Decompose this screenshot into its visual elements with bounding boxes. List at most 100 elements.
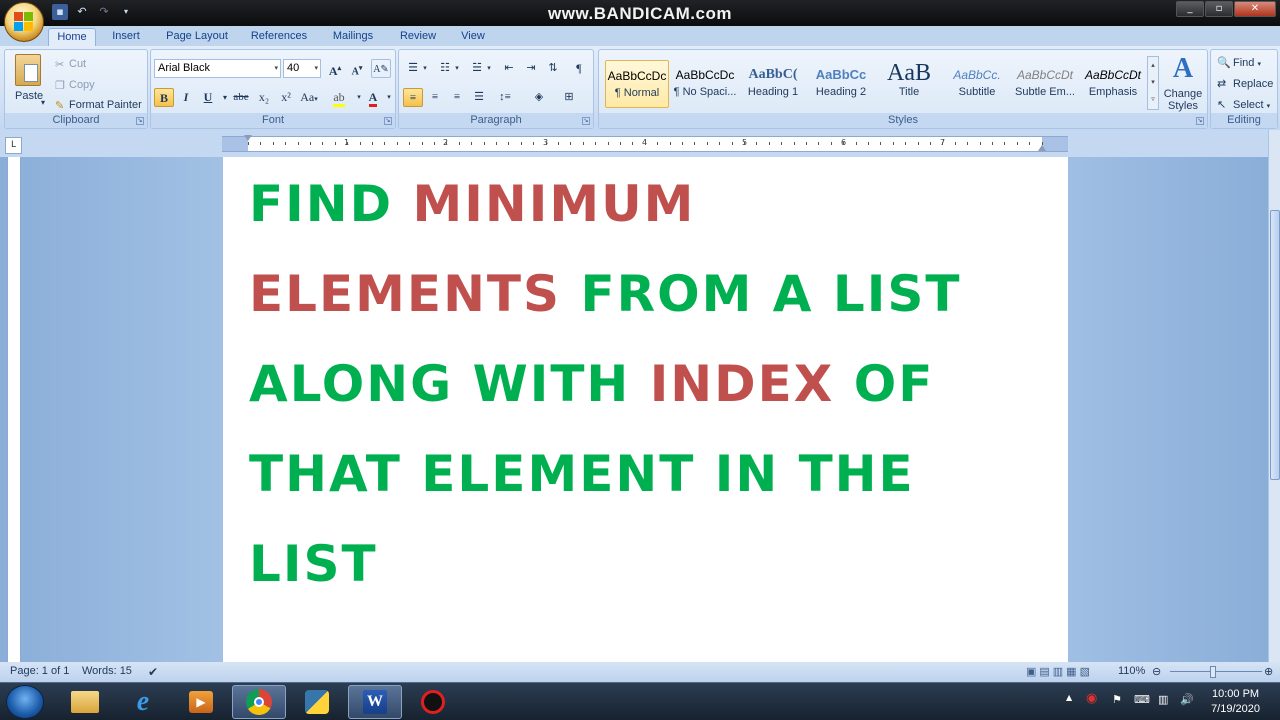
right-indent-marker-icon[interactable] bbox=[1038, 145, 1046, 151]
view-buttons[interactable]: ▣▤▥▦▧ bbox=[1026, 665, 1093, 678]
zoom-slider-thumb[interactable] bbox=[1210, 666, 1216, 678]
borders-icon[interactable]: ⊞ bbox=[559, 88, 579, 107]
format-painter-button[interactable]: Format Painter bbox=[69, 99, 142, 111]
change-styles-icon[interactable]: A bbox=[1165, 54, 1201, 84]
tray-expand-icon[interactable]: ▲ bbox=[1066, 693, 1072, 702]
bandicam-taskbar-icon[interactable] bbox=[406, 685, 460, 719]
clock[interactable]: 10:00 PM 7/19/2020 bbox=[1211, 687, 1260, 717]
select-button[interactable]: Select ▾ bbox=[1233, 99, 1270, 111]
zoom-level[interactable]: 110% bbox=[1118, 665, 1145, 677]
align-left-icon[interactable]: ≡ bbox=[403, 88, 423, 107]
line-spacing-icon[interactable]: ↕≡ bbox=[495, 88, 515, 107]
numbering-dropdown-icon[interactable]: ▾ bbox=[447, 59, 467, 78]
find-button[interactable]: Find ▾ bbox=[1233, 57, 1261, 69]
ie-taskbar-icon[interactable]: e bbox=[116, 685, 170, 719]
tab-home[interactable]: Home bbox=[48, 28, 96, 46]
show-formatting-icon[interactable]: ¶ bbox=[569, 59, 589, 78]
python-taskbar-icon[interactable] bbox=[290, 685, 344, 719]
vertical-ruler[interactable] bbox=[7, 157, 21, 662]
tab-page-layout[interactable]: Page Layout bbox=[160, 28, 234, 46]
vertical-scrollbar[interactable] bbox=[1268, 130, 1280, 662]
action-center-icon[interactable]: ⚑ bbox=[1112, 693, 1122, 706]
volume-icon[interactable]: 🔊 bbox=[1180, 693, 1194, 706]
scroll-thumb[interactable] bbox=[1270, 210, 1280, 480]
horizontal-ruler[interactable]: 1 2 3 4 5 6 7 bbox=[0, 130, 1280, 157]
record-tray-icon[interactable]: ◉ bbox=[1086, 691, 1097, 706]
media-player-taskbar-icon[interactable]: ▶ bbox=[174, 685, 228, 719]
ruler-tick bbox=[855, 142, 857, 145]
change-styles-button[interactable]: Change Styles bbox=[1163, 88, 1203, 112]
minimize-button[interactable]: _ bbox=[1176, 1, 1204, 17]
word-count[interactable]: Words: 15 bbox=[82, 665, 132, 677]
style-subtle-emphasis[interactable]: AaBbCcDt Subtle Em... bbox=[1013, 60, 1077, 108]
style-no-spacing[interactable]: AaBbCcDc ¶ No Spaci... bbox=[673, 60, 737, 108]
justify-icon[interactable]: ☰ bbox=[469, 88, 489, 107]
clear-formatting-button[interactable]: A✎ bbox=[371, 59, 391, 78]
paste-button[interactable]: Paste bbox=[15, 90, 43, 102]
document-page[interactable]: FIND MINIMUM ELEMENTS FROM A LIST ALONG … bbox=[223, 157, 1068, 662]
cut-button[interactable]: Cut bbox=[69, 58, 86, 70]
strikethrough-button[interactable]: abe bbox=[231, 88, 251, 107]
paragraph-launcher-icon[interactable]: ↘ bbox=[582, 117, 590, 125]
ruler-tick bbox=[396, 142, 398, 145]
tab-review[interactable]: Review bbox=[394, 28, 442, 46]
clipboard-launcher-icon[interactable]: ↘ bbox=[136, 117, 144, 125]
tab-insert[interactable]: Insert bbox=[104, 28, 148, 46]
paste-icon[interactable] bbox=[15, 54, 41, 86]
bold-button[interactable]: B bbox=[154, 88, 174, 107]
replace-button[interactable]: Replace bbox=[1233, 78, 1273, 90]
start-button[interactable] bbox=[6, 685, 44, 719]
document-text[interactable]: FIND MINIMUM ELEMENTS FROM A LIST ALONG … bbox=[249, 159, 1049, 609]
multilevel-dropdown-icon[interactable]: ▾ bbox=[479, 59, 499, 78]
explorer-taskbar-icon[interactable] bbox=[58, 685, 112, 719]
copy-icon: ❐ bbox=[55, 80, 65, 92]
indent-marker-icon[interactable] bbox=[244, 135, 252, 141]
styles-launcher-icon[interactable]: ↘ bbox=[1196, 117, 1204, 125]
ruler-tick bbox=[310, 142, 311, 145]
tab-references[interactable]: References bbox=[246, 28, 312, 46]
font-color-dropdown-icon[interactable]: ▾ bbox=[379, 88, 399, 107]
sort-icon[interactable]: ⇅ bbox=[543, 59, 563, 78]
align-right-icon[interactable]: ≡ bbox=[447, 88, 467, 107]
style-heading-1[interactable]: AaBbC(Heading 1 bbox=[741, 60, 805, 108]
close-button[interactable]: ✕ bbox=[1234, 1, 1276, 17]
zoom-slider[interactable] bbox=[1170, 671, 1262, 672]
ruler-tick bbox=[818, 142, 820, 145]
shrink-font-button[interactable]: A▾ bbox=[347, 59, 367, 78]
font-size-combo[interactable]: 40 ▾ bbox=[283, 59, 321, 78]
tab-selector[interactable]: L bbox=[5, 137, 22, 154]
grow-font-button[interactable]: A▴ bbox=[325, 59, 345, 78]
word-taskbar-icon[interactable]: W bbox=[348, 685, 402, 719]
style-subtitle[interactable]: AaBbCc. Subtitle bbox=[945, 60, 1009, 108]
tab-view[interactable]: View bbox=[454, 28, 492, 46]
subscript-button[interactable]: x₂ bbox=[254, 88, 274, 107]
increase-indent-icon[interactable]: ⇥ bbox=[521, 59, 541, 78]
tab-mailings[interactable]: Mailings bbox=[326, 28, 380, 46]
italic-button[interactable]: I bbox=[176, 88, 196, 107]
proofing-icon[interactable]: ✔ bbox=[148, 665, 158, 679]
page-count[interactable]: Page: 1 of 1 bbox=[10, 665, 69, 677]
change-case-button[interactable]: Aa▾ bbox=[299, 88, 319, 107]
style-heading-2[interactable]: AaBbCc Heading 2 bbox=[809, 60, 873, 108]
superscript-button[interactable]: x² bbox=[276, 88, 296, 107]
font-launcher-icon[interactable]: ↘ bbox=[384, 117, 392, 125]
network-icon[interactable]: ▥ bbox=[1158, 693, 1168, 706]
office-button[interactable] bbox=[4, 2, 44, 42]
keyboard-tray-icon[interactable]: ⌨ bbox=[1134, 693, 1150, 706]
shading-icon[interactable]: ◈ bbox=[529, 88, 549, 107]
chrome-taskbar-icon[interactable] bbox=[232, 685, 286, 719]
style-emphasis[interactable]: AaBbCcDt Emphasis bbox=[1081, 60, 1145, 108]
decrease-indent-icon[interactable]: ⇤ bbox=[499, 59, 519, 78]
bullets-dropdown-icon[interactable]: ▾ bbox=[415, 59, 435, 78]
style-title[interactable]: AaB Title bbox=[877, 60, 941, 108]
style-normal[interactable]: AaBbCcDc ¶ Normal bbox=[605, 60, 669, 108]
zoom-out-icon[interactable]: ⊖ bbox=[1152, 665, 1161, 678]
maximize-button[interactable]: ▫ bbox=[1205, 1, 1233, 17]
zoom-in-icon[interactable]: ⊕ bbox=[1264, 665, 1273, 678]
copy-button[interactable]: Copy bbox=[69, 79, 95, 91]
highlight-button[interactable]: ab bbox=[329, 88, 349, 107]
styles-scroll[interactable]: ▴ ▾ ▿ bbox=[1147, 56, 1159, 110]
font-name-combo[interactable]: Arial Black ▾ bbox=[154, 59, 281, 78]
ruler-tick bbox=[248, 142, 249, 145]
align-center-icon[interactable]: ≡ bbox=[425, 88, 445, 107]
